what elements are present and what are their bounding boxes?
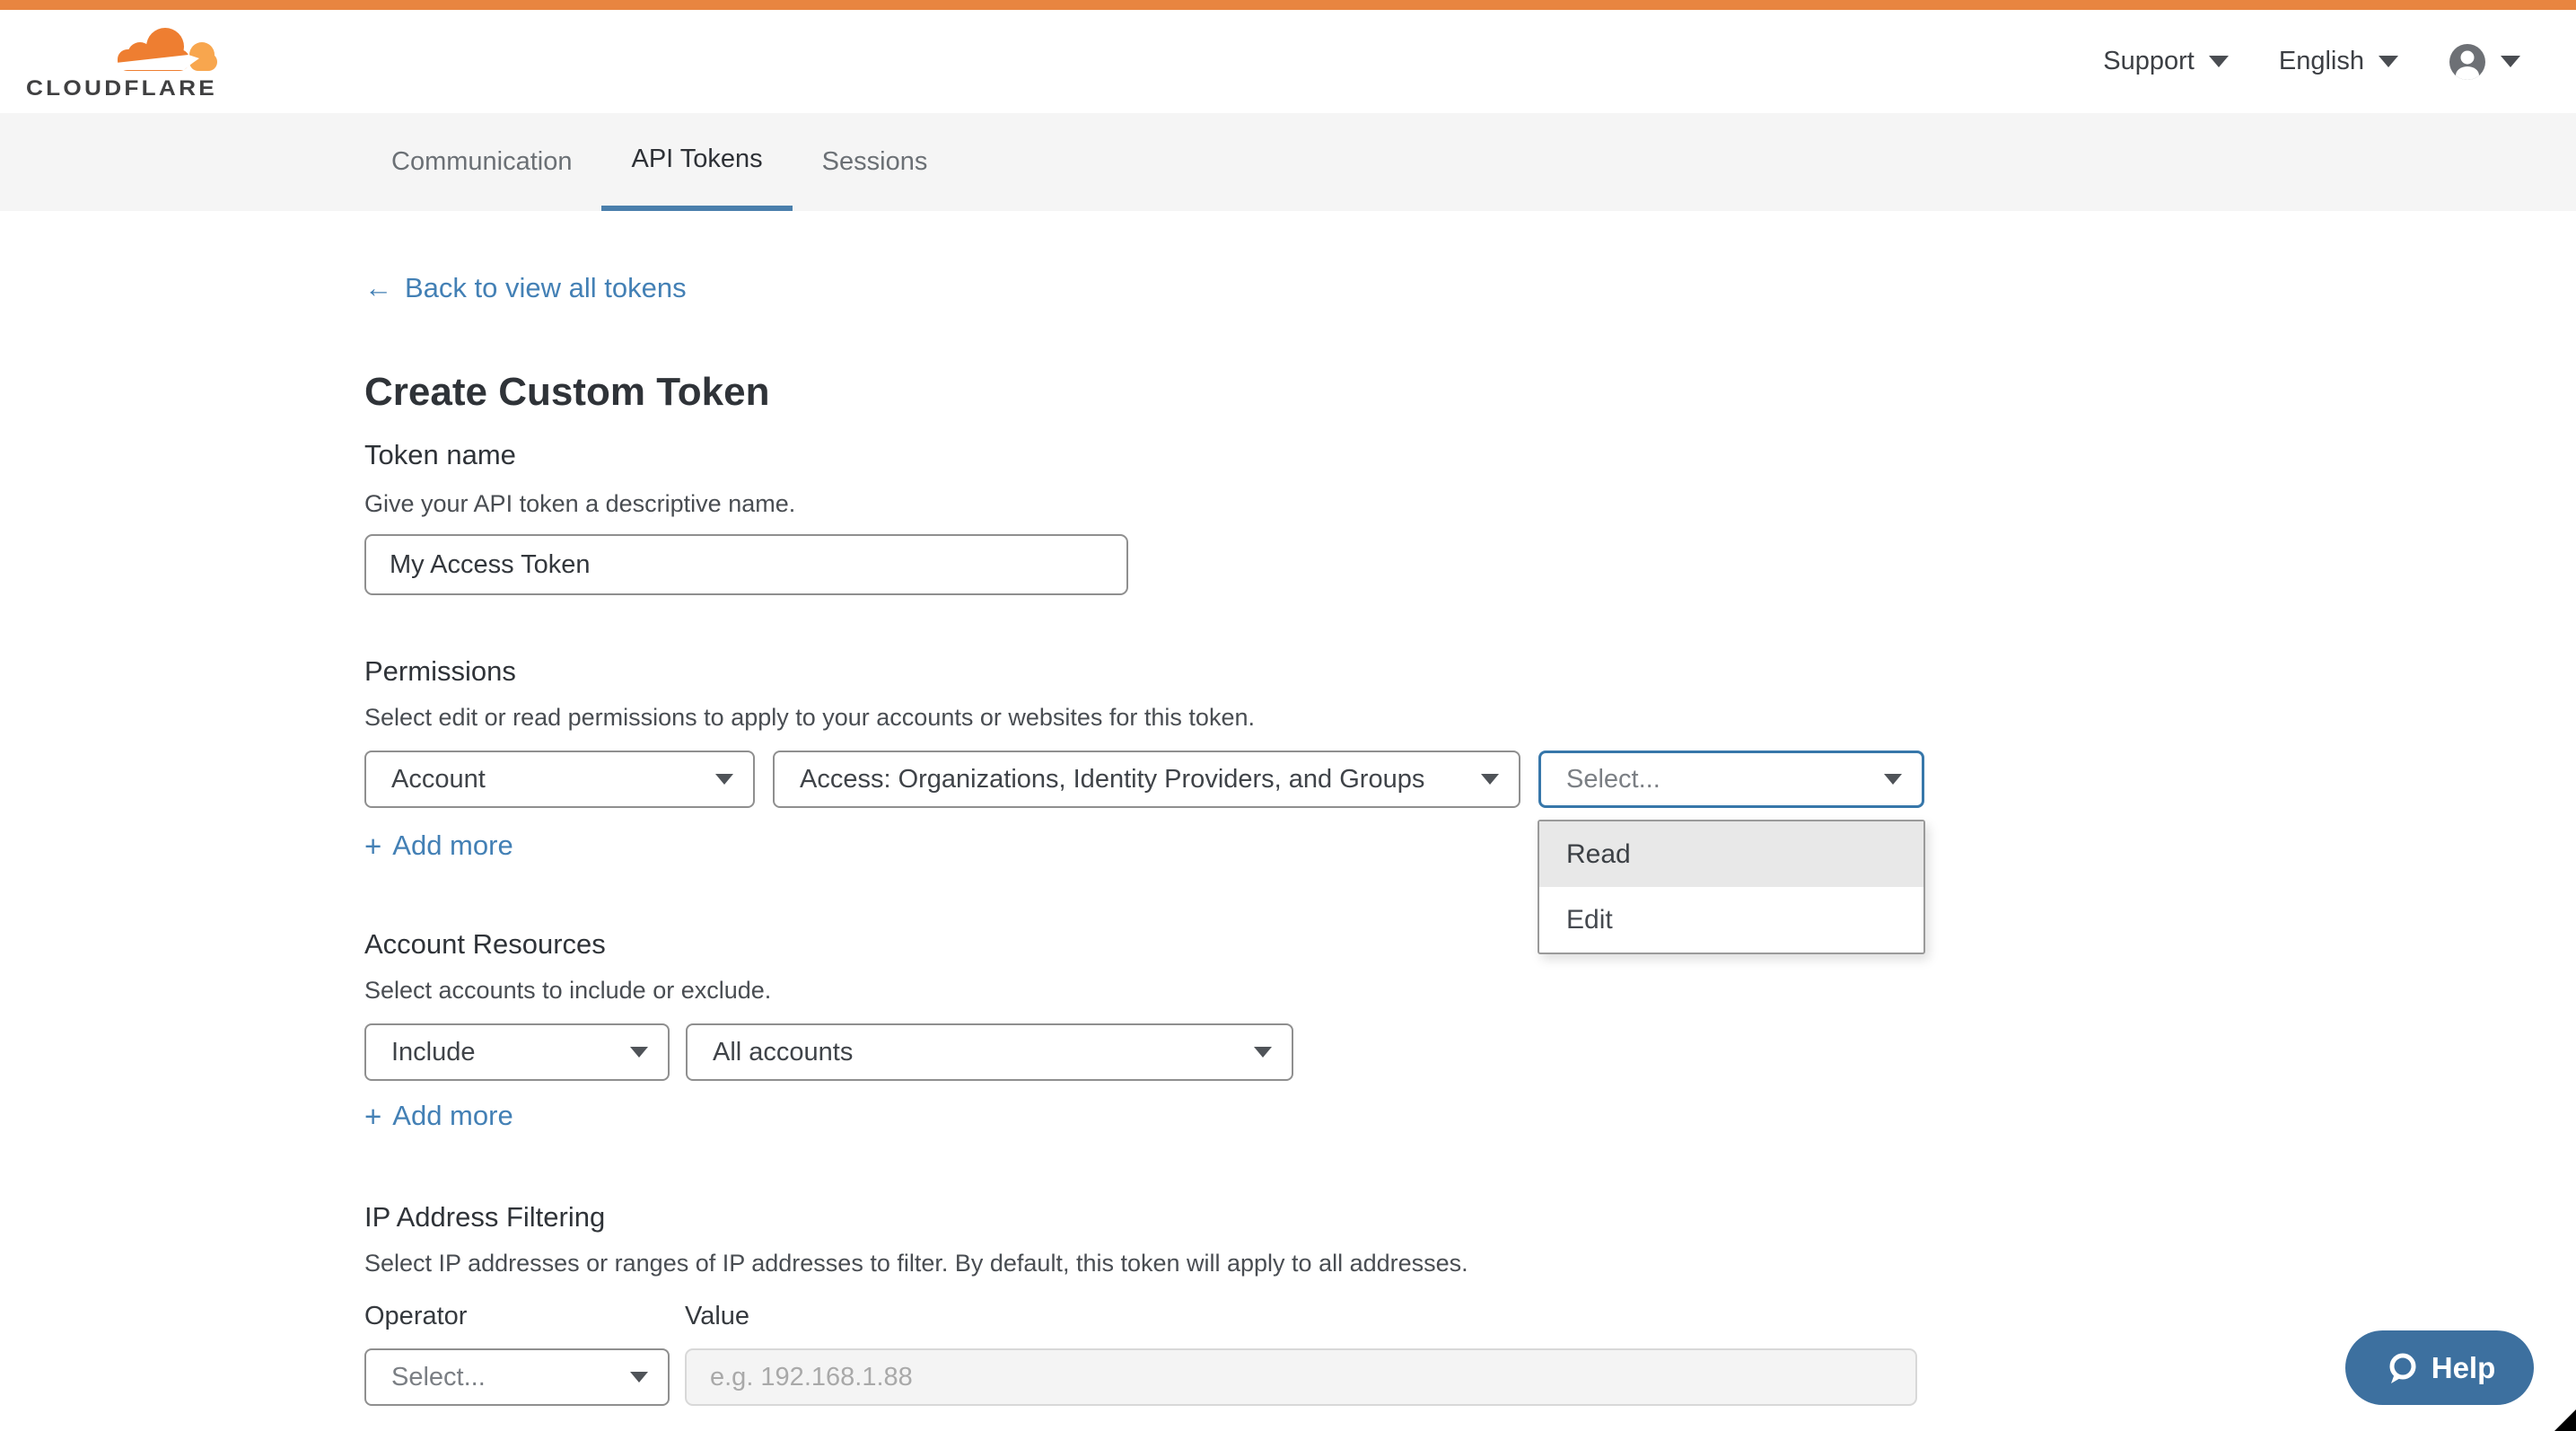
language-label: English [2279, 47, 2364, 76]
brand-top-bar [0, 0, 2576, 10]
tab-label: Sessions [822, 147, 928, 177]
add-more-label: Add more [392, 830, 513, 862]
tab-label: API Tokens [631, 145, 762, 174]
plus-icon: + [364, 831, 381, 861]
ip-operator-placeholder: Select... [391, 1363, 486, 1392]
permission-resource-select[interactable]: Access: Organizations, Identity Provider… [773, 751, 1520, 808]
ip-operator-select[interactable]: Select... [364, 1348, 670, 1406]
support-label: Support [2103, 47, 2195, 76]
plus-icon: + [364, 1102, 381, 1131]
permission-scope-value: Account [391, 765, 486, 795]
chevron-down-icon [1481, 774, 1499, 785]
permission-level-placeholder: Select... [1566, 765, 1660, 795]
svg-text:CLOUDFLARE: CLOUDFLARE [26, 76, 217, 99]
mouse-cursor [2554, 1409, 2576, 1431]
chat-bubble-icon [2384, 1350, 2420, 1386]
account-include-select[interactable]: Include [364, 1023, 670, 1081]
account-scope-value: All accounts [713, 1038, 853, 1067]
value-label: Value [685, 1302, 749, 1331]
header-controls: Support English [2103, 10, 2520, 113]
tab-label: Communication [391, 147, 572, 177]
user-avatar-icon [2449, 43, 2486, 81]
page-title: Create Custom Token [364, 370, 770, 415]
ip-filtering-heading: IP Address Filtering [364, 1201, 605, 1233]
permissions-row: Account Access: Organizations, Identity … [364, 751, 1924, 808]
tab-api-tokens[interactable]: API Tokens [601, 113, 792, 211]
chevron-down-icon [1884, 774, 1902, 785]
menu-item-edit[interactable]: Edit [1539, 887, 1923, 953]
account-scope-select[interactable]: All accounts [686, 1023, 1293, 1081]
permission-level-select[interactable]: Select... [1538, 751, 1924, 808]
create-custom-token-page: CLOUDFLARE Support English [0, 0, 2576, 1431]
language-menu[interactable]: English [2279, 47, 2398, 76]
account-include-value: Include [391, 1038, 476, 1067]
account-resources-row: Include All accounts [364, 1023, 1293, 1081]
chevron-down-icon [630, 1047, 648, 1058]
permissions-heading: Permissions [364, 655, 516, 688]
account-menu[interactable] [2449, 43, 2520, 81]
tab-sessions[interactable]: Sessions [793, 113, 958, 211]
profile-tabbar: Communication API Tokens Sessions [0, 113, 2576, 211]
chevron-down-icon [2501, 56, 2520, 67]
token-name-heading: Token name [364, 439, 516, 471]
chevron-down-icon [2379, 56, 2398, 67]
menu-item-label: Read [1566, 839, 1631, 870]
chevron-down-icon [715, 774, 733, 785]
permissions-add-more-link[interactable]: + Add more [364, 830, 513, 862]
ip-filtering-row: Select... [364, 1348, 670, 1406]
add-more-label: Add more [392, 1100, 513, 1132]
help-label: Help [2431, 1351, 2496, 1385]
operator-label: Operator [364, 1302, 467, 1331]
support-menu[interactable]: Support [2103, 47, 2229, 76]
help-button[interactable]: Help [2345, 1330, 2534, 1405]
menu-item-label: Edit [1566, 905, 1613, 935]
account-resources-description: Select accounts to include or exclude. [364, 977, 771, 1005]
chevron-down-icon [1254, 1047, 1272, 1058]
permission-scope-select[interactable]: Account [364, 751, 755, 808]
permission-resource-value: Access: Organizations, Identity Provider… [800, 765, 1424, 795]
ip-value-input[interactable] [685, 1348, 1917, 1406]
cloudflare-logo-icon: CLOUDFLARE [26, 25, 219, 99]
chevron-down-icon [630, 1372, 648, 1383]
permissions-description: Select edit or read permissions to apply… [364, 704, 1255, 732]
arrow-left-icon: ← [364, 272, 392, 304]
back-link-label: Back to view all tokens [405, 272, 687, 304]
cloudflare-logo[interactable]: CLOUDFLARE [26, 25, 219, 103]
chevron-down-icon [2209, 56, 2229, 67]
back-to-tokens-link[interactable]: ← Back to view all tokens [364, 272, 687, 304]
permission-level-menu: Read Edit [1538, 820, 1925, 954]
account-resources-heading: Account Resources [364, 928, 606, 961]
app-header: CLOUDFLARE Support English [0, 10, 2576, 113]
menu-item-read[interactable]: Read [1539, 821, 1923, 887]
ip-filtering-description: Select IP addresses or ranges of IP addr… [364, 1250, 1468, 1277]
token-name-input[interactable] [364, 534, 1128, 595]
token-name-description: Give your API token a descriptive name. [364, 490, 795, 518]
tab-communication[interactable]: Communication [362, 113, 601, 211]
account-resources-add-more-link[interactable]: + Add more [364, 1100, 513, 1132]
